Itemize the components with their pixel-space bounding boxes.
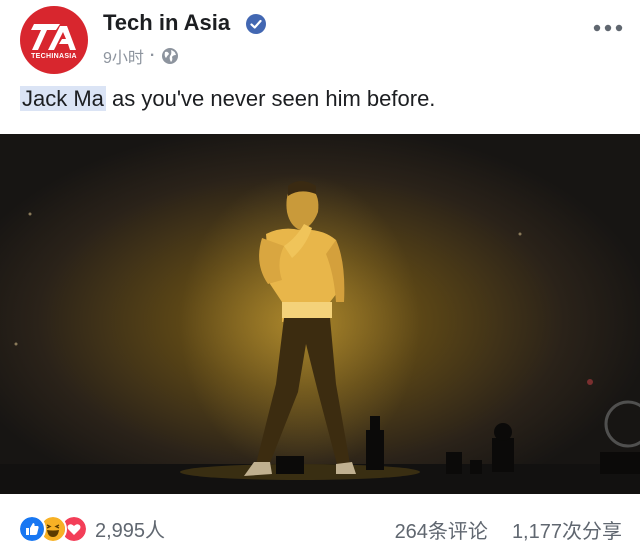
engagement-stats: 264条评论 1,177次分享 <box>395 515 622 544</box>
tech-in-asia-logo <box>31 24 76 50</box>
like-reaction-icon <box>18 514 46 543</box>
reactions-summary[interactable]: 2,995人 <box>18 514 165 543</box>
more-options-icon[interactable] <box>593 23 623 33</box>
post-footer: 2,995人 264条评论 1,177次分享 <box>0 500 640 556</box>
globe-icon <box>162 48 179 64</box>
avatar-label: TECHINASIA <box>31 53 77 60</box>
post-header: TECHINASIA Tech in Asia 9小时 · <box>0 0 640 80</box>
share-count[interactable]: 1,177次分享 <box>512 515 622 544</box>
page-avatar[interactable]: TECHINASIA <box>20 6 88 74</box>
post-text-body: as you've never seen him before. <box>105 86 436 111</box>
video-player[interactable] <box>0 134 640 494</box>
video-frame <box>0 134 640 494</box>
mention-link[interactable]: Jack Ma <box>20 86 106 111</box>
reaction-count: 2,995人 <box>95 520 166 542</box>
verified-badge-icon <box>246 14 266 34</box>
post-text: Jack Ma as you've never seen him before. <box>20 86 435 112</box>
post-time[interactable]: 9小时 <box>103 44 144 68</box>
meta-separator: · <box>149 47 156 64</box>
post-meta: 9小时 · <box>103 44 179 68</box>
page-name[interactable]: Tech in Asia <box>103 10 230 36</box>
comment-count[interactable]: 264条评论 <box>395 515 488 544</box>
